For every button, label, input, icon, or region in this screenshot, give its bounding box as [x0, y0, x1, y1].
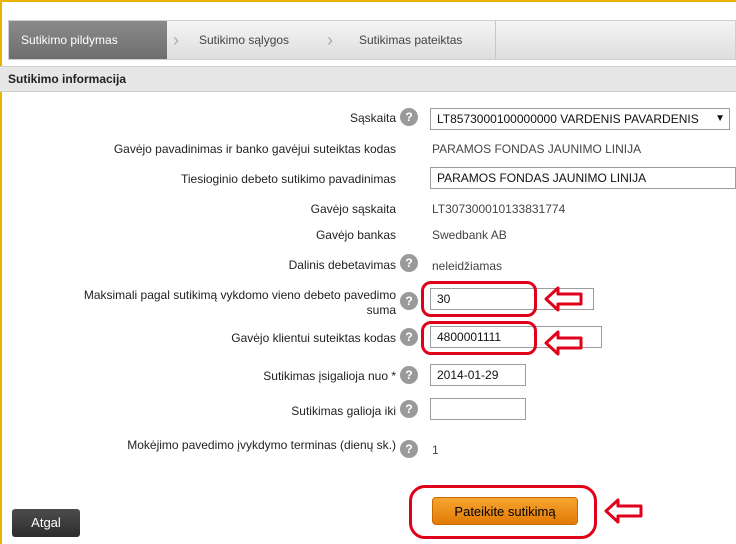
payee-name-label: Gavėjo pavadinimas ir banko gavėjui sute…: [113, 142, 396, 156]
max-amount-label-line1: Maksimali pagal sutikimą vykdomo vieno d…: [83, 288, 396, 302]
steps-bar: Sutikimo pildymas › Sutikimo sąlygos › S…: [8, 20, 736, 60]
partial-debit-value: neleidžiamas: [432, 259, 503, 273]
step-consent-terms[interactable]: Sutikimo sąlygos: [187, 21, 289, 59]
left-arrow-icon: [604, 498, 643, 524]
step-consent-submitted[interactable]: Sutikimas pateiktas: [347, 21, 462, 59]
partial-debit-label: Dalinis debetavimas: [288, 258, 396, 272]
consent-name-input[interactable]: PARAMOS FONDAS JAUNIMO LINIJA: [430, 167, 736, 189]
valid-from-input[interactable]: 2014-01-29: [430, 364, 526, 386]
account-label: Sąskaita: [349, 111, 396, 125]
back-button[interactable]: Atgal: [12, 509, 80, 537]
chevron-right-icon: ›: [327, 30, 333, 50]
left-arrow-icon: [544, 286, 583, 312]
valid-from-label: Sutikimas įsigalioja nuo *: [263, 369, 396, 383]
steps-divider: [495, 21, 496, 59]
help-icon[interactable]: ?: [400, 328, 418, 346]
help-icon[interactable]: ?: [400, 440, 418, 458]
term-value: 1: [432, 443, 439, 457]
dropdown-arrow-icon: ▼: [715, 113, 725, 124]
chevron-right-icon: ›: [173, 30, 179, 50]
payee-account-value: LT307300010133831774: [432, 202, 566, 216]
max-amount-label: Maksimali pagal sutikimą vykdomo vieno d…: [26, 288, 396, 318]
section-title: Sutikimo informacija: [0, 66, 736, 92]
help-icon[interactable]: ?: [400, 400, 418, 418]
term-label: Mokėjimo pavedimo įvykdymo terminas (die…: [127, 438, 396, 452]
payee-bank-value: Swedbank AB: [432, 228, 507, 242]
client-code-label: Gavėjo klientui suteiktas kodas: [231, 331, 396, 345]
help-icon[interactable]: ?: [400, 108, 418, 126]
help-icon[interactable]: ?: [400, 292, 418, 310]
highlight-client-code: [421, 321, 537, 355]
payee-name-value: PARAMOS FONDAS JAUNIMO LINIJA: [432, 142, 642, 156]
valid-until-label: Sutikimas galioja iki: [291, 404, 396, 418]
valid-until-input[interactable]: [430, 398, 526, 420]
help-icon[interactable]: ?: [400, 366, 418, 384]
payee-account-label: Gavėjo sąskaita: [310, 202, 396, 216]
left-arrow-icon: [544, 330, 583, 356]
step-fill-consent[interactable]: Sutikimo pildymas: [9, 21, 167, 59]
max-amount-label-line2: suma: [366, 303, 396, 317]
highlight-max-amount: [421, 281, 537, 317]
payee-bank-label: Gavėjo bankas: [315, 228, 396, 242]
account-select-value: LT8573000100000000 VARDENIS PAVARDENIS: [437, 112, 699, 126]
help-icon[interactable]: ?: [400, 254, 418, 272]
account-select[interactable]: LT8573000100000000 VARDENIS PAVARDENIS ▼: [430, 108, 730, 130]
submit-consent-button[interactable]: Pateikite sutikimą: [432, 497, 578, 525]
consent-name-label: Tiesioginio debeto sutikimo pavadinimas: [180, 172, 396, 186]
